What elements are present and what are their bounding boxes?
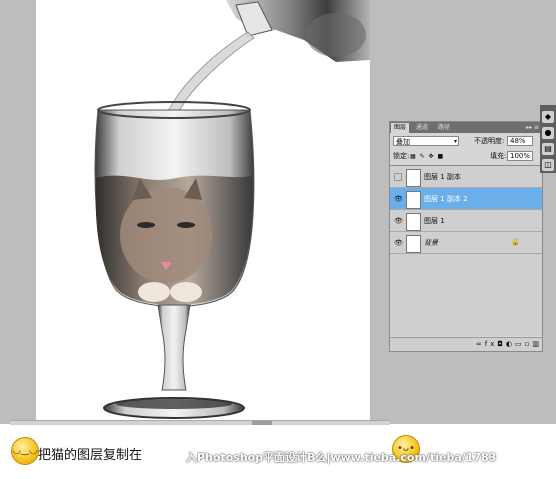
caption-text: 把猫的图层复制在	[38, 448, 143, 463]
lock-options[interactable]: ▦ ✎ ✥ ■	[410, 151, 444, 162]
layer-name: 图层 1 副本 2	[424, 195, 468, 203]
tab-layers[interactable]: 图层	[391, 123, 410, 133]
navigator-icon[interactable]: ▤	[542, 143, 554, 155]
lock-transparent-icon[interactable]: ▦	[410, 153, 417, 160]
chevron-down-icon: ▾	[453, 138, 457, 145]
layer-thumbnail-icon	[406, 235, 421, 253]
tab-paths[interactable]: 路径	[435, 123, 453, 133]
layer-thumbnail-icon	[406, 213, 421, 231]
layer-thumbnail-icon	[406, 169, 421, 187]
fill-label: 填充:	[490, 152, 507, 160]
layers-panel: 图层 通道 路径 ▸▸ ≡ 叠加 ▾ 不透明度: 48% 锁定: ▦ ✎ ✥ ■…	[389, 121, 543, 352]
lock-icon: 🔒	[511, 238, 520, 246]
folder-icon[interactable]: ▭	[515, 340, 525, 348]
layer-name: 图层 1	[424, 217, 445, 225]
document-canvas[interactable]	[36, 0, 370, 420]
layer-row-cat-copy[interactable]: 图层 1 副本	[390, 166, 542, 188]
eye-icon[interactable]: 👁	[394, 195, 403, 203]
layer-name: 图层 1 副本	[424, 173, 461, 181]
lock-label: 锁定:	[393, 152, 410, 160]
eye-icon[interactable]: 👁	[394, 239, 403, 247]
water-bottle	[226, 0, 370, 62]
post-caption: ◡‿◡ 把猫的图层复制在 •ᴗ• 入Photoshop平面设计B么|www.ti…	[0, 425, 556, 479]
lock-move-icon[interactable]: ✥	[429, 153, 435, 160]
fx-icon[interactable]: fx	[485, 340, 498, 348]
watermark-text: 入Photoshop平面设计B么|www.tieba.com/tieba/178…	[186, 451, 497, 464]
wine-glass	[94, 101, 255, 419]
layers-list: 图层 1 副本 👁 图层 1 副本 2 👁 图层 1 👁 背景 🔒	[390, 165, 542, 336]
link-icon[interactable]: ∞	[476, 340, 485, 348]
panel-tabs: 图层 通道 路径 ▸▸ ≡	[390, 122, 542, 133]
layer-name: 背景	[424, 239, 438, 247]
trash-icon[interactable]: ▥	[532, 340, 542, 348]
side-tool-strip: ◆ ● ▤ ◫	[540, 105, 556, 173]
adjustment-icon[interactable]: ◐	[506, 340, 515, 348]
blend-mode-select[interactable]: 叠加 ▾	[393, 136, 459, 146]
tab-channels[interactable]: 通道	[413, 123, 431, 133]
blend-mode-value: 叠加	[396, 138, 410, 146]
swatches-icon[interactable]: ◆	[542, 111, 554, 123]
layer-thumbnail-icon	[406, 191, 421, 209]
layer-row-cat-copy-2[interactable]: 👁 图层 1 副本 2	[390, 188, 542, 210]
layer-row-background[interactable]: 👁 背景 🔒	[390, 232, 542, 254]
fill-input[interactable]: 100%	[507, 151, 533, 161]
mask-icon[interactable]: ◘	[497, 340, 506, 348]
photoshop-workspace: 图层 通道 路径 ▸▸ ≡ 叠加 ▾ 不透明度: 48% 锁定: ▦ ✎ ✥ ■…	[0, 0, 556, 426]
opacity-input[interactable]: 48%	[507, 136, 533, 146]
panel-footer-icons[interactable]: ∞fx◘◐▭▫▥	[390, 337, 542, 351]
glass-cat-image	[94, 0, 370, 419]
visibility-toggle[interactable]	[394, 173, 402, 181]
styles-icon[interactable]: ●	[542, 127, 554, 139]
lock-paint-icon[interactable]: ✎	[420, 153, 426, 160]
info-icon[interactable]: ◫	[542, 159, 554, 171]
panel-menu-button[interactable]: ▸▸ ≡	[526, 123, 539, 133]
opacity-label: 不透明度:	[474, 137, 505, 145]
lock-all-icon[interactable]: ■	[438, 153, 445, 160]
layer-row-cat[interactable]: 👁 图层 1	[390, 210, 542, 232]
smiley-emoticon-icon: ◡‿◡	[11, 437, 39, 465]
eye-icon[interactable]: 👁	[394, 217, 403, 225]
